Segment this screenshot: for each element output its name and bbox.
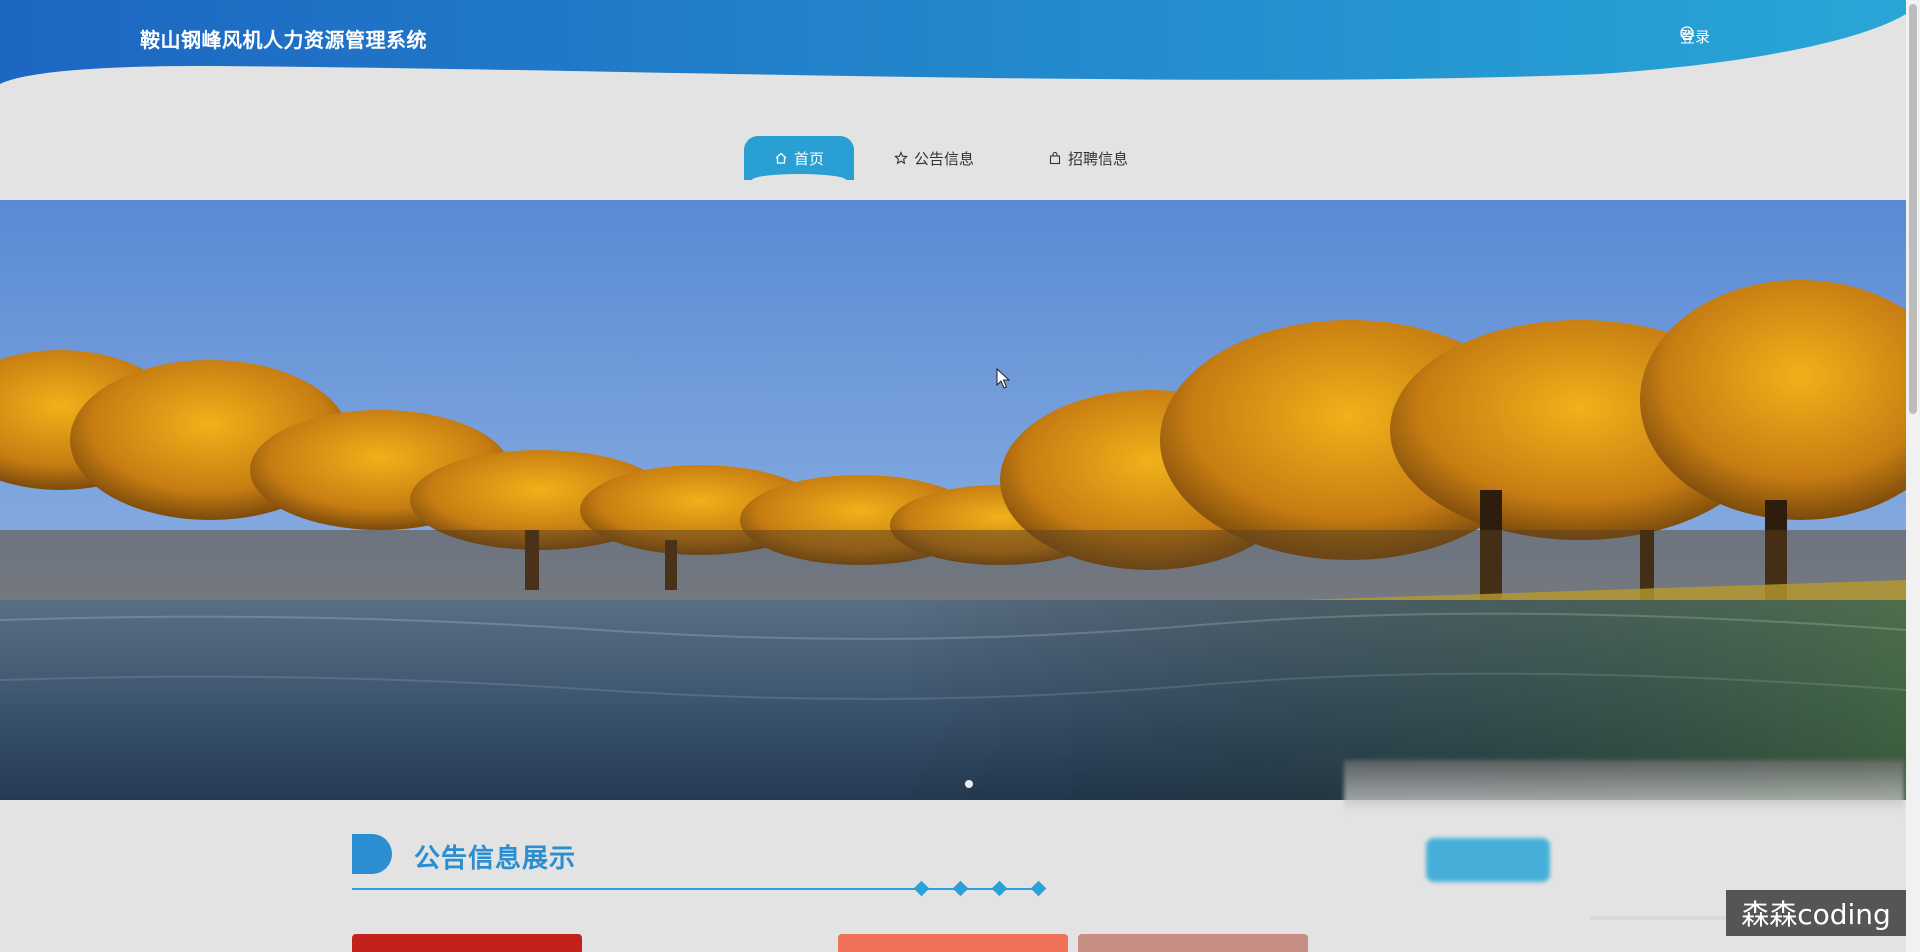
banner-carousel[interactable] xyxy=(0,200,1906,800)
divider-diamond-2 xyxy=(952,880,969,897)
home-icon xyxy=(775,152,787,164)
nav-item-recruitment[interactable]: 招聘信息 xyxy=(1048,136,1128,180)
nav-label-home: 首页 xyxy=(793,150,824,168)
check-circle-icon xyxy=(1680,26,1694,40)
section-title: 公告信息展示 xyxy=(414,843,577,873)
site-title: 鞍山钢峰风机人力资源管理系统 xyxy=(140,30,427,52)
page-scrollbar[interactable] xyxy=(1906,0,1920,952)
announcement-card[interactable] xyxy=(838,934,1068,952)
section-divider xyxy=(352,888,1042,890)
main-nav: 首页 公告信息 招聘信息 xyxy=(0,132,1906,186)
nav-label-announcements: 公告信息 xyxy=(914,150,975,168)
star-icon xyxy=(894,151,908,165)
divider-diamond-1 xyxy=(913,880,930,897)
watermark: 森森coding xyxy=(1726,890,1906,936)
announcement-card[interactable] xyxy=(352,934,582,952)
nav-item-home[interactable]: 首页 xyxy=(744,136,854,186)
section-title-icon xyxy=(352,834,392,874)
divider-diamond-3 xyxy=(991,880,1008,897)
nav-item-announcements[interactable]: 公告信息 xyxy=(894,136,974,180)
announcement-section-header: 公告信息展示 xyxy=(352,834,1052,897)
top-header: 鞍山钢峰风机人力资源管理系统 登录 xyxy=(0,0,1906,90)
scrollbar-thumb[interactable] xyxy=(1909,4,1917,414)
login-link[interactable]: 登录 xyxy=(1680,26,1710,47)
nav-label-recruitment: 招聘信息 xyxy=(1068,150,1129,168)
announcement-card[interactable] xyxy=(1078,934,1308,952)
bag-icon xyxy=(1049,151,1061,165)
mouse-cursor-icon xyxy=(996,368,1011,389)
carousel-dot-1[interactable] xyxy=(965,780,973,788)
landscape-image xyxy=(0,200,1906,800)
divider-diamond-4 xyxy=(1030,880,1047,897)
blurred-overlay xyxy=(1344,760,1904,812)
more-button[interactable] xyxy=(1426,838,1550,882)
faint-decoration xyxy=(1590,916,1730,920)
